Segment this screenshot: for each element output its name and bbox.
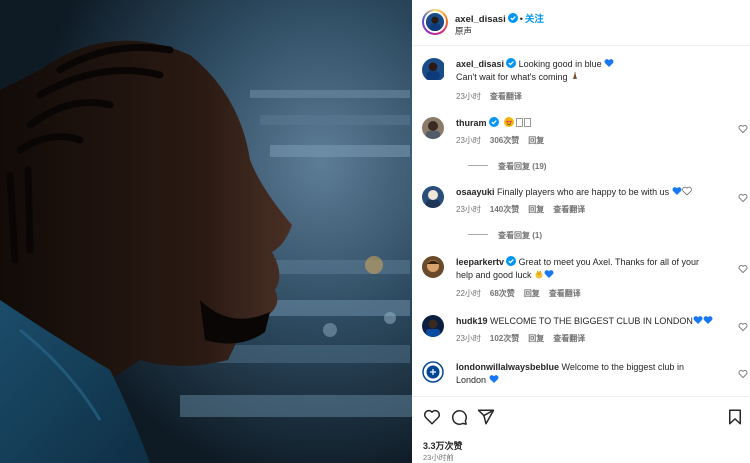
reply-button[interactable]: 回复 <box>528 205 544 214</box>
caption-translate-link[interactable]: 查看翻译 <box>490 92 522 101</box>
post-header: axel_disasi • 关注 原声 <box>412 0 750 46</box>
comment-time: 22小时 <box>456 289 481 298</box>
comment-like-heart-icon[interactable] <box>738 369 748 379</box>
view-replies-link[interactable]: 查看回复 (19) <box>468 161 546 172</box>
crossed-fingers-emoji <box>534 269 544 279</box>
commenter-username[interactable]: leeparkertv <box>456 257 504 267</box>
commenter-username[interactable]: hudk19 <box>456 316 488 326</box>
comment-time: 23小时 <box>456 136 481 145</box>
comment-time: 23小时 <box>456 334 481 343</box>
share-icon[interactable] <box>477 408 495 426</box>
verified-badge-icon <box>506 256 517 266</box>
author-avatar[interactable] <box>422 9 448 35</box>
white-heart-emoji <box>681 186 692 196</box>
blue-heart-emoji <box>693 315 703 325</box>
heart-icon[interactable] <box>423 408 441 426</box>
commenter-avatar[interactable] <box>422 361 444 383</box>
caption-text-line2: Can't wait for what's coming <box>456 72 568 82</box>
author-avatar-small[interactable] <box>422 58 446 82</box>
comment-icon[interactable] <box>450 408 468 426</box>
caption-text-line1: Looking good in blue <box>518 59 602 69</box>
comment-likes[interactable]: 68次赞 <box>490 289 515 298</box>
comment-text-line1: Great to meet you Axel. Thanks for all o… <box>518 257 699 267</box>
comment-time: 23小时 <box>456 205 481 214</box>
comment-like-heart-icon[interactable] <box>738 193 748 203</box>
commenter-avatar[interactable] <box>422 315 444 337</box>
reply-button[interactable]: 回复 <box>524 289 540 298</box>
translate-link[interactable]: 查看翻译 <box>553 205 585 214</box>
comment-text: WELCOME TO THE BIGGEST CLUB IN LONDON <box>490 316 693 326</box>
heart-eyes-emoji <box>504 117 515 127</box>
post-image[interactable] <box>0 0 412 463</box>
comment-like-heart-icon[interactable] <box>738 264 748 274</box>
post-actions: 3.3万次赞 23小时前 <box>412 396 750 463</box>
unknown-glyph <box>524 118 532 127</box>
commenter-username[interactable]: londonwillalwaysbeblue <box>456 362 559 372</box>
blue-heart-emoji <box>703 315 713 325</box>
comment-likes[interactable]: 306次赞 <box>490 136 519 145</box>
comment-text-line2: London <box>456 375 487 385</box>
author-username[interactable]: axel_disasi <box>455 14 506 25</box>
verified-badge-icon <box>488 117 499 127</box>
reply-button[interactable]: 回复 <box>528 334 544 343</box>
praying-hands-emoji <box>570 71 580 81</box>
comment-likes[interactable]: 140次赞 <box>490 205 519 214</box>
caption-time: 23小时 <box>456 92 481 101</box>
unknown-glyph <box>516 118 524 127</box>
blue-heart-emoji <box>544 269 554 279</box>
blue-heart-emoji <box>489 374 499 384</box>
bookmark-icon[interactable] <box>726 408 744 426</box>
post-side-panel: axel_disasi • 关注 原声 axel_disasi Looking go… <box>412 0 750 463</box>
commenter-avatar[interactable] <box>422 117 444 139</box>
post-time: 23小时前 <box>423 453 454 462</box>
comment-text-line1: Welcome to the biggest club in <box>561 362 684 372</box>
commenter-avatar[interactable] <box>422 256 444 278</box>
blue-heart-emoji <box>672 186 682 196</box>
translate-link[interactable]: 查看翻译 <box>553 334 585 343</box>
comment-text-line2: help and good luck <box>456 270 532 280</box>
comment-text: Finally players who are happy to be with… <box>497 187 670 197</box>
comment-like-heart-icon[interactable] <box>738 124 748 134</box>
reply-button[interactable]: 回复 <box>528 136 544 145</box>
translate-link[interactable]: 查看翻译 <box>549 289 581 298</box>
verified-badge-icon <box>507 13 518 23</box>
verified-badge-icon <box>506 58 517 68</box>
blue-heart-emoji <box>604 58 614 68</box>
player-profile-photo <box>0 0 412 463</box>
separator-dot: • <box>519 14 523 24</box>
comments-list[interactable]: axel_disasi Looking good in blue Can't w… <box>412 47 750 396</box>
commenter-username[interactable]: osaayuki <box>456 187 495 197</box>
follow-button[interactable]: 关注 <box>525 14 544 25</box>
caption-username[interactable]: axel_disasi <box>456 59 504 69</box>
commenter-username[interactable]: thuram <box>456 118 487 128</box>
view-replies-link[interactable]: 查看回复 (1) <box>468 230 542 241</box>
post-viewer: axel_disasi • 关注 原声 axel_disasi Looking go… <box>0 0 750 463</box>
audio-label[interactable]: 原声 <box>455 25 472 37</box>
commenter-avatar[interactable] <box>422 186 444 208</box>
comment-like-heart-icon[interactable] <box>738 322 748 332</box>
like-count[interactable]: 3.3万次赞 <box>423 439 463 452</box>
comment-likes[interactable]: 102次赞 <box>490 334 519 343</box>
